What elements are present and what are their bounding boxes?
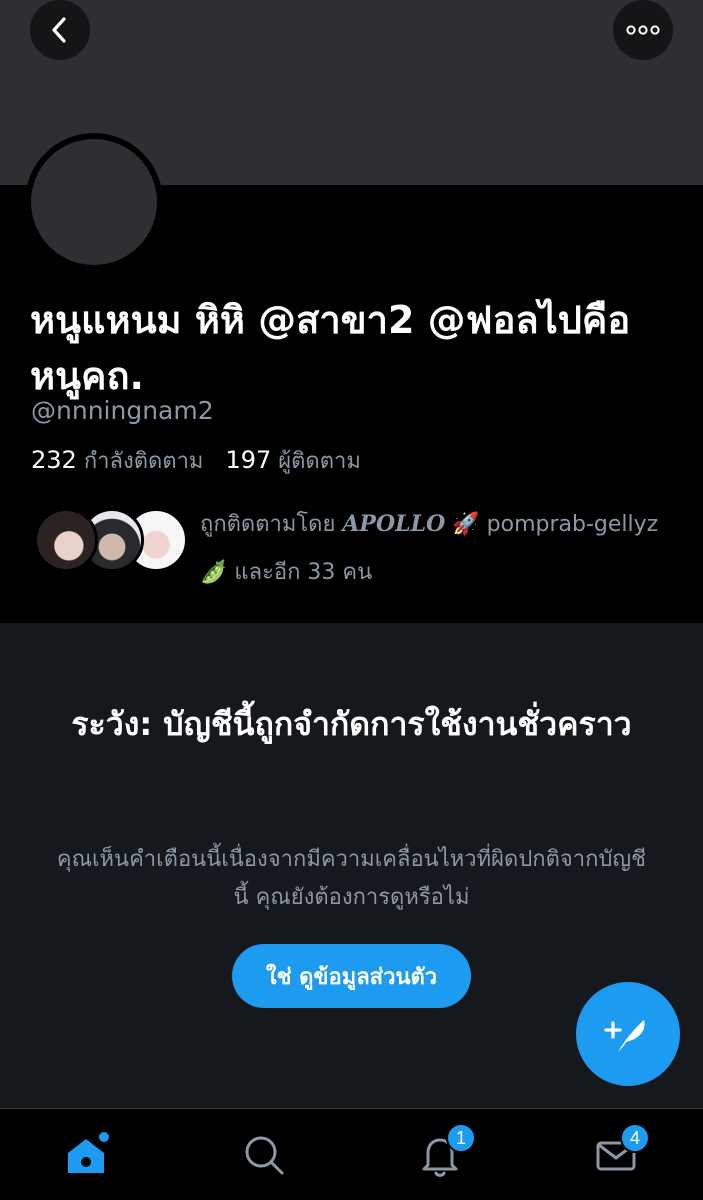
followed-by-text[interactable]: ถูกติดตามโดย 𝑨𝑷𝑶𝑳𝑳𝑶 🚀 pomprab-gellyz 🫛 แ… <box>200 500 670 597</box>
warning-title: ระวัง: บัญชีนี้ถูกจำกัดการใช้งานชั่วคราว <box>71 705 632 743</box>
avatar[interactable] <box>25 133 163 271</box>
compose-feather-icon <box>604 1020 645 1052</box>
user-handle: @nnningnam2 <box>31 396 214 425</box>
following-link[interactable]: 232 กำลังติดตาม <box>31 446 204 474</box>
following-count: 232 <box>31 446 77 474</box>
search-icon <box>245 1136 284 1175</box>
followers-you-know-facepile[interactable] <box>34 508 188 572</box>
followed-by-name-2: pomprab-gellyz <box>486 512 659 537</box>
followed-by-suffix: และอีก 33 คน <box>234 560 373 585</box>
follower-avatar-1 <box>34 508 98 572</box>
followers-label: ผู้ติดตาม <box>278 449 361 474</box>
chevron-left-icon <box>52 17 66 43</box>
tab-notifications[interactable]: 1 <box>414 1123 476 1181</box>
tab-search[interactable] <box>238 1129 290 1181</box>
bottom-tab-bar: 1 4 <box>0 1108 703 1200</box>
back-button[interactable] <box>30 0 90 60</box>
followed-by-prefix: ถูกติดตามโดย <box>200 512 336 537</box>
followed-by-name-1: 𝑨𝑷𝑶𝑳𝑳𝑶 <box>342 511 446 537</box>
more-horizontal-icon <box>626 25 660 35</box>
avatar-placeholder <box>31 139 157 265</box>
compose-tweet-button[interactable] <box>576 982 680 1086</box>
tab-messages[interactable]: 4 <box>590 1123 650 1181</box>
display-name: หนูแหนม หิหิ @สาขา2 @ฟอลไปคือหนูคถ. <box>30 298 631 398</box>
more-options-button[interactable] <box>613 0 673 60</box>
notifications-badge: 1 <box>446 1123 476 1153</box>
messages-badge: 4 <box>620 1123 650 1153</box>
home-icon <box>68 1132 109 1173</box>
follow-stats: 232 กำลังติดตาม 197 ผู้ติดตาม <box>31 443 361 478</box>
followers-count: 197 <box>225 446 272 474</box>
followers-link[interactable]: 197 ผู้ติดตาม <box>225 446 361 474</box>
glove-emoji: 🫛 <box>200 560 228 585</box>
warning-message: คุณเห็นคำเตือนนี้เนื่องจากมีความเคลื่อนไ… <box>56 847 647 910</box>
rocket-emoji: 🚀 <box>452 512 480 537</box>
following-label: กำลังติดตาม <box>83 449 204 474</box>
tab-home[interactable] <box>62 1129 114 1181</box>
view-profile-button[interactable]: ใช่ ดูข้อมูลส่วนตัว <box>232 944 471 1008</box>
